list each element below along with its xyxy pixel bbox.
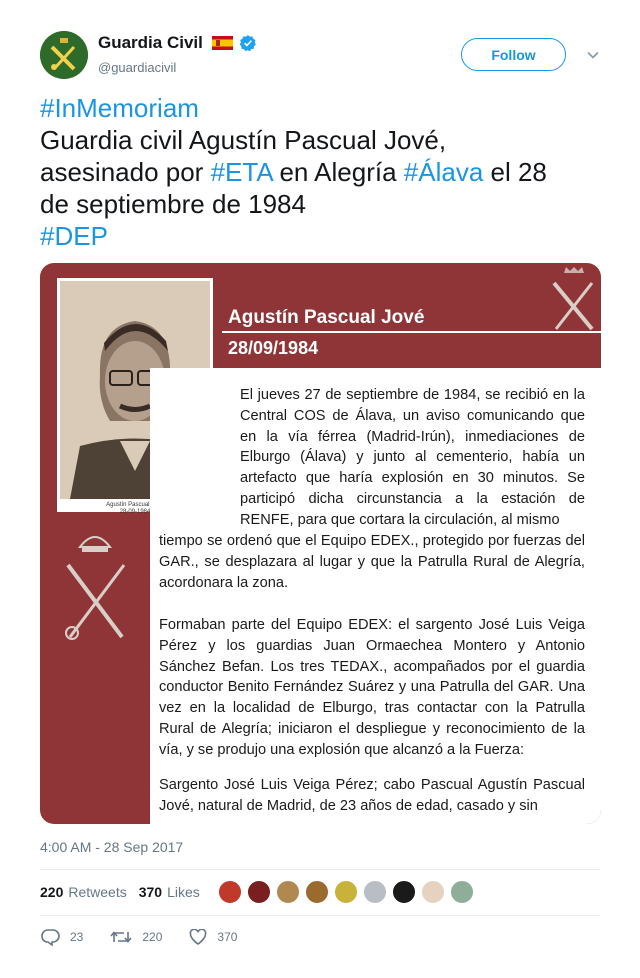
avatar[interactable] — [40, 31, 88, 79]
retweets-label[interactable]: Retweets — [68, 884, 126, 900]
reply-button[interactable]: 23 — [40, 928, 83, 946]
liker-avatar[interactable] — [218, 880, 242, 904]
reply-icon — [41, 929, 60, 946]
verified-badge-icon — [239, 35, 256, 52]
hashtag-dep[interactable]: #DEP — [40, 221, 108, 251]
crown-emblem-icon — [65, 536, 126, 640]
follow-button[interactable]: Follow — [461, 38, 566, 71]
document-paragraph: tiempo se ordenó que el Equipo EDEX., pr… — [159, 533, 585, 591]
tweet-text: #InMemoriam Guardia civil Agustín Pascua… — [40, 92, 600, 252]
chevron-down-icon[interactable] — [586, 48, 600, 62]
document-date: 28/09/1984 — [228, 338, 319, 358]
tweet-actions: 23 220 370 — [40, 928, 264, 946]
display-name[interactable]: Guardia Civil — [98, 33, 203, 53]
reply-count: 23 — [70, 930, 84, 944]
tweet-timestamp[interactable]: 4:00 AM - 28 Sep 2017 — [40, 839, 183, 855]
hashtag-inmemoriam[interactable]: #InMemoriam — [40, 93, 199, 123]
document-paragraph: Formaban parte del Equipo EDEX: el sarge… — [159, 617, 585, 758]
likes-count[interactable]: 370 — [139, 884, 162, 900]
document-paragraph: El jueves 27 de septiembre de 1984, se r… — [240, 387, 585, 528]
divider — [40, 869, 600, 870]
portrait-caption-date: 28-09-1984 — [119, 509, 151, 515]
heart-icon — [190, 929, 207, 945]
liker-avatar[interactable] — [276, 880, 300, 904]
avatar-emblem-icon — [40, 31, 88, 79]
like-button[interactable]: 370 — [189, 929, 237, 945]
retweets-count[interactable]: 220 — [40, 884, 63, 900]
tweet-line: el 28 — [483, 157, 547, 187]
document-paragraph: Sargento José Luis Veiga Pérez; cabo Pas… — [159, 777, 585, 814]
tweet-line: Guardia civil Agustín Pascual Jové, — [40, 125, 447, 155]
likes-label[interactable]: Likes — [167, 884, 200, 900]
tweet-line: en Alegría — [272, 157, 404, 187]
hashtag-eta[interactable]: #ETA — [211, 157, 273, 187]
tweet-line: de septiembre de 1984 — [40, 189, 306, 219]
liker-avatar[interactable] — [334, 880, 358, 904]
tweet-line: asesinado por — [40, 157, 211, 187]
name-row: Guardia Civil — [98, 33, 257, 53]
title-rule — [222, 331, 601, 333]
liker-avatar[interactable] — [305, 880, 329, 904]
liker-avatar[interactable] — [392, 880, 416, 904]
handle[interactable]: @guardiacivil — [98, 60, 176, 75]
like-count: 370 — [217, 930, 238, 944]
liker-avatar[interactable] — [247, 880, 271, 904]
liker-avatar[interactable] — [421, 880, 445, 904]
retweet-icon — [110, 931, 132, 943]
liker-avatar[interactable] — [363, 880, 387, 904]
retweet-button[interactable]: 220 — [110, 929, 162, 945]
divider — [40, 915, 600, 916]
spain-flag-icon — [211, 36, 233, 50]
tweet-header: Guardia Civil @guardiacivil Follow — [40, 30, 600, 82]
liker-avatars — [218, 880, 479, 904]
liker-avatar[interactable] — [450, 880, 474, 904]
sword-fasces-icon — [552, 267, 594, 331]
hashtag-alava[interactable]: #Álava — [404, 157, 484, 187]
tweet-stats: 220 Retweets 370 Likes — [40, 884, 200, 900]
tweet-media-image[interactable]: Agustín Pascual Jové 28-09-1984 Agustín … — [40, 263, 601, 824]
document-title: Agustín Pascual Jové — [228, 307, 425, 328]
retweet-count: 220 — [142, 930, 163, 944]
